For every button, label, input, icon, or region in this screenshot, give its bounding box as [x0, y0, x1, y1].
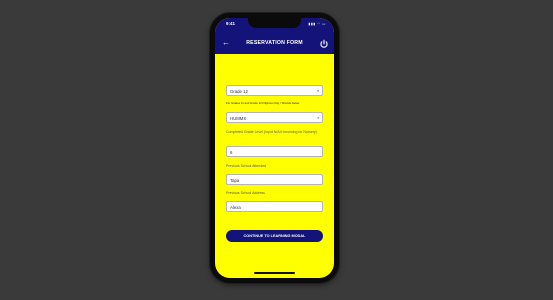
- status-time: 9:41: [226, 21, 236, 26]
- grade-note: For Grades 11 and Grade 12 Filipinos Onl…: [226, 101, 300, 105]
- phone-notch: [248, 18, 301, 28]
- continue-button[interactable]: CONTINUE TO LEARNING MODAL: [226, 230, 323, 242]
- completed-grade-value: 6: [230, 150, 233, 155]
- previous-school-value: Tapa: [230, 178, 240, 183]
- strand-select-value: HUMMS: [230, 116, 247, 121]
- power-icon[interactable]: [318, 37, 330, 49]
- strand-select[interactable]: HUMMS ▾: [226, 112, 323, 123]
- previous-address-label: Previous School Address: [226, 191, 265, 195]
- phone-frame: 9:41 ▮▮▮ ◠ ▭ ← RESERVATION FORM Grade 12…: [210, 13, 339, 283]
- completed-grade-label: Completed Grade Level (Input N/A if Inco…: [226, 130, 317, 134]
- app-bar: ← RESERVATION FORM: [215, 32, 334, 54]
- page-title: RESERVATION FORM: [246, 40, 303, 46]
- completed-grade-input[interactable]: 6: [226, 146, 323, 157]
- previous-address-value: Alexa: [230, 205, 241, 210]
- grade-select[interactable]: Grade 12 ▾: [226, 85, 323, 96]
- chevron-down-icon: ▾: [317, 116, 319, 120]
- previous-address-input[interactable]: Alexa: [226, 201, 323, 212]
- grade-select-value: Grade 12: [230, 89, 248, 94]
- previous-school-label: Previous School Attended: [226, 164, 267, 168]
- chevron-down-icon: ▾: [317, 89, 319, 93]
- home-indicator[interactable]: [254, 272, 295, 274]
- previous-school-input[interactable]: Tapa: [226, 174, 323, 185]
- status-icons: ▮▮▮ ◠ ▭: [308, 22, 326, 26]
- app-screen: 9:41 ▮▮▮ ◠ ▭ ← RESERVATION FORM Grade 12…: [215, 18, 334, 278]
